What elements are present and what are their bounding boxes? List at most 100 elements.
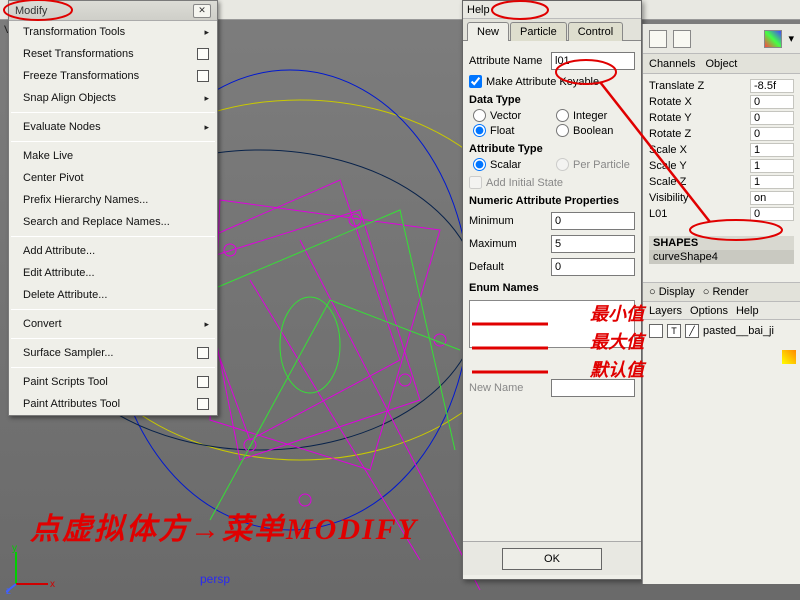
layers-menu[interactable]: Layers: [649, 305, 682, 317]
attr-type-group: Scalar Per Particle: [469, 158, 635, 171]
menu-item[interactable]: Paint Scripts Tool: [9, 371, 217, 393]
tab-particle[interactable]: Particle: [510, 22, 567, 41]
menu-item[interactable]: Convert▸: [9, 313, 217, 335]
palette-icon[interactable]: [782, 350, 796, 364]
attr-type-title: Attribute Type: [469, 143, 635, 155]
attr-name-input[interactable]: [551, 52, 635, 70]
attr-value[interactable]: 0: [750, 207, 794, 221]
channel-attr[interactable]: Rotate Y0: [649, 110, 794, 126]
menu-item[interactable]: Transformation Tools▸: [9, 21, 217, 43]
modify-menu-title: Modify: [15, 5, 47, 17]
attr-name: Visibility: [649, 192, 689, 204]
channel-attr[interactable]: Translate Z -8.5f: [649, 78, 794, 94]
make-keyable-checkbox[interactable]: Make Attribute Keyable: [469, 75, 551, 88]
layer-row[interactable]: T ╱ pasted__bai_ji: [643, 320, 800, 342]
attr-value[interactable]: 0: [750, 127, 794, 141]
menu-item[interactable]: Freeze Transformations: [9, 65, 217, 87]
menu-item-label: Snap Align Objects: [23, 92, 116, 104]
help-menu[interactable]: Help: [467, 4, 490, 16]
chevron-down-icon[interactable]: ▾: [788, 32, 794, 45]
toolbar-icon[interactable]: [649, 30, 667, 48]
option-box-icon[interactable]: [197, 70, 209, 82]
shape-name[interactable]: curveShape4: [649, 250, 794, 264]
menu-item[interactable]: Add Attribute...: [9, 240, 217, 262]
channel-box: ▾ Channels Object Translate Z-8.5fRotate…: [642, 24, 800, 584]
attr-value[interactable]: 1: [750, 175, 794, 189]
option-box-icon[interactable]: [197, 398, 209, 410]
menu-item-label: Paint Scripts Tool: [23, 376, 108, 388]
toolbar-icon[interactable]: [673, 30, 691, 48]
menu-item[interactable]: Reset Transformations: [9, 43, 217, 65]
radio-per-particle[interactable]: Per Particle: [556, 158, 635, 171]
menu-item-label: Convert: [23, 318, 62, 330]
menu-item[interactable]: Edit Attribute...: [9, 262, 217, 284]
layer-name: pasted__bai_ji: [703, 325, 774, 337]
attr-value[interactable]: 1: [750, 143, 794, 157]
menu-separator: [11, 236, 215, 237]
ok-button[interactable]: OK: [502, 548, 602, 570]
option-box-icon[interactable]: [197, 48, 209, 60]
menu-item[interactable]: Snap Align Objects▸: [9, 87, 217, 109]
attr-name: Scale Z: [649, 176, 686, 188]
radio-float[interactable]: Float: [473, 124, 552, 137]
attr-name: Scale X: [649, 144, 687, 156]
menu-item-label: Prefix Hierarchy Names...: [23, 194, 148, 206]
channel-attr[interactable]: Rotate Z0: [649, 126, 794, 142]
attr-name: Translate Z: [649, 80, 704, 92]
layer-type-toggle[interactable]: T: [667, 324, 681, 338]
menu-item[interactable]: Evaluate Nodes▸: [9, 116, 217, 138]
tab-control[interactable]: Control: [568, 22, 623, 41]
object-tab[interactable]: Object: [705, 58, 737, 70]
close-icon[interactable]: ✕: [193, 4, 211, 18]
layer-vis-toggle[interactable]: [649, 324, 663, 338]
channel-attr[interactable]: Scale X 1: [649, 142, 794, 158]
tab-new[interactable]: New: [467, 22, 509, 41]
option-box-icon[interactable]: [197, 347, 209, 359]
help-menu[interactable]: Help: [736, 305, 759, 317]
menu-item[interactable]: Surface Sampler...: [9, 342, 217, 364]
attr-value[interactable]: 0: [750, 95, 794, 109]
dialog-menubar[interactable]: Help: [463, 1, 641, 19]
options-menu[interactable]: Options: [690, 305, 728, 317]
radio-vector[interactable]: Vector: [473, 109, 552, 122]
new-name-label: New Name: [469, 382, 551, 394]
enum-names-list[interactable]: [469, 300, 635, 348]
channel-attr[interactable]: L010: [649, 206, 794, 222]
layer-ref-toggle[interactable]: ╱: [685, 324, 699, 338]
menu-item[interactable]: Center Pivot: [9, 167, 217, 189]
channel-attr[interactable]: Rotate X0: [649, 94, 794, 110]
channel-attr[interactable]: Visibility on: [649, 190, 794, 206]
svg-text:z: z: [6, 586, 11, 594]
display-tab[interactable]: Display: [649, 286, 695, 298]
menu-item[interactable]: Prefix Hierarchy Names...: [9, 189, 217, 211]
radio-scalar[interactable]: Scalar: [473, 158, 552, 171]
menu-separator: [11, 112, 215, 113]
menu-item-label: Edit Attribute...: [23, 267, 95, 279]
menu-item[interactable]: Paint Attributes Tool: [9, 393, 217, 415]
dialog-tabs: New Particle Control: [463, 19, 641, 41]
menu-item[interactable]: Search and Replace Names...: [9, 211, 217, 233]
default-input[interactable]: [551, 258, 635, 276]
axis-gizmo: y x z: [6, 544, 56, 594]
menu-item[interactable]: Delete Attribute...: [9, 284, 217, 306]
attr-value[interactable]: 0: [750, 111, 794, 125]
attr-value[interactable]: on: [750, 191, 794, 205]
attr-value[interactable]: -8.5f: [750, 79, 794, 93]
option-box-icon[interactable]: [197, 376, 209, 388]
menu-item-label: Make Live: [23, 150, 73, 162]
menu-item[interactable]: Make Live: [9, 145, 217, 167]
attr-value[interactable]: 1: [750, 159, 794, 173]
radio-boolean[interactable]: Boolean: [556, 124, 635, 137]
modify-menu-header[interactable]: Modify ✕: [9, 1, 217, 21]
layer-editor-tabs: Display Render: [643, 282, 800, 302]
channel-attr[interactable]: Scale Z 1: [649, 174, 794, 190]
channels-tab[interactable]: Channels: [649, 58, 695, 70]
radio-integer[interactable]: Integer: [556, 109, 635, 122]
toolbar-icon[interactable]: [764, 30, 782, 48]
minimum-input[interactable]: [551, 212, 635, 230]
menu-item-label: Search and Replace Names...: [23, 216, 170, 228]
maximum-input[interactable]: [551, 235, 635, 253]
channel-attr[interactable]: Scale Y1: [649, 158, 794, 174]
menu-item-label: Delete Attribute...: [23, 289, 107, 301]
render-tab[interactable]: Render: [703, 286, 749, 298]
